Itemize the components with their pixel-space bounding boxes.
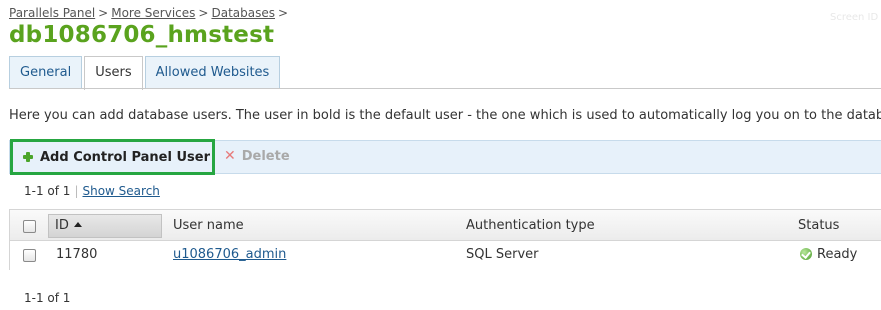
x-icon: ✕ bbox=[224, 148, 236, 164]
pager-divider: | bbox=[74, 184, 79, 198]
ready-icon bbox=[800, 248, 812, 260]
users-table: ID User name Authentication type Status … bbox=[9, 209, 881, 270]
add-control-panel-user-button[interactable]: Add Control Panel User bbox=[10, 139, 215, 175]
row-user-name-link[interactable]: u1086706_admin bbox=[173, 247, 286, 262]
column-header-authentication-type[interactable]: Authentication type bbox=[466, 218, 595, 233]
tab-users[interactable]: Users bbox=[84, 56, 143, 90]
select-all-checkbox[interactable] bbox=[23, 220, 36, 233]
delete-label: Delete bbox=[241, 148, 290, 164]
tab-bar: General Users Allowed Websites bbox=[9, 56, 282, 90]
row-checkbox[interactable] bbox=[23, 249, 36, 262]
tab-general[interactable]: General bbox=[9, 56, 83, 89]
tab-allowed-websites[interactable]: Allowed Websites bbox=[144, 56, 281, 89]
add-control-panel-user-label: Add Control Panel User bbox=[40, 149, 210, 165]
row-status: Ready bbox=[800, 247, 857, 262]
row-status-label: Ready bbox=[817, 247, 858, 262]
breadcrumb-link-parallels-panel[interactable]: Parallels Panel bbox=[9, 6, 95, 20]
pager-bottom: 1-1 of 1 bbox=[24, 291, 71, 305]
breadcrumb-link-databases[interactable]: Databases bbox=[211, 6, 275, 20]
column-header-status[interactable]: Status bbox=[798, 218, 839, 233]
tabs-divider bbox=[9, 88, 881, 89]
breadcrumb: Parallels Panel > More Services > Databases > bbox=[9, 6, 291, 20]
delete-button[interactable]: ✕ Delete bbox=[224, 148, 290, 164]
column-header-id[interactable]: ID bbox=[55, 218, 82, 233]
show-search-link[interactable]: Show Search bbox=[82, 184, 159, 198]
row-id: 11780 bbox=[56, 247, 98, 262]
breadcrumb-separator: > bbox=[98, 6, 109, 20]
sort-ascending-icon bbox=[73, 222, 82, 227]
pager-range: 1-1 of 1 bbox=[24, 184, 71, 198]
breadcrumb-separator: > bbox=[277, 6, 289, 20]
table-row: 11780 u1086706_admin SQL Server Ready bbox=[10, 241, 881, 270]
column-header-user-name[interactable]: User name bbox=[173, 218, 244, 233]
page-title: db1086706_hmstest bbox=[9, 22, 275, 48]
breadcrumb-link-more-services[interactable]: More Services bbox=[111, 6, 195, 20]
column-header-id-label: ID bbox=[55, 218, 69, 233]
row-authentication-type: SQL Server bbox=[466, 247, 539, 262]
breadcrumb-separator: > bbox=[198, 6, 209, 20]
table-header: ID User name Authentication type Status bbox=[10, 210, 881, 241]
pager-top: 1-1 of 1 | Show Search bbox=[24, 184, 160, 198]
screen-id-label: Screen ID bbox=[830, 12, 879, 23]
intro-text: Here you can add database users. The use… bbox=[9, 108, 881, 123]
plus-icon bbox=[23, 152, 33, 162]
